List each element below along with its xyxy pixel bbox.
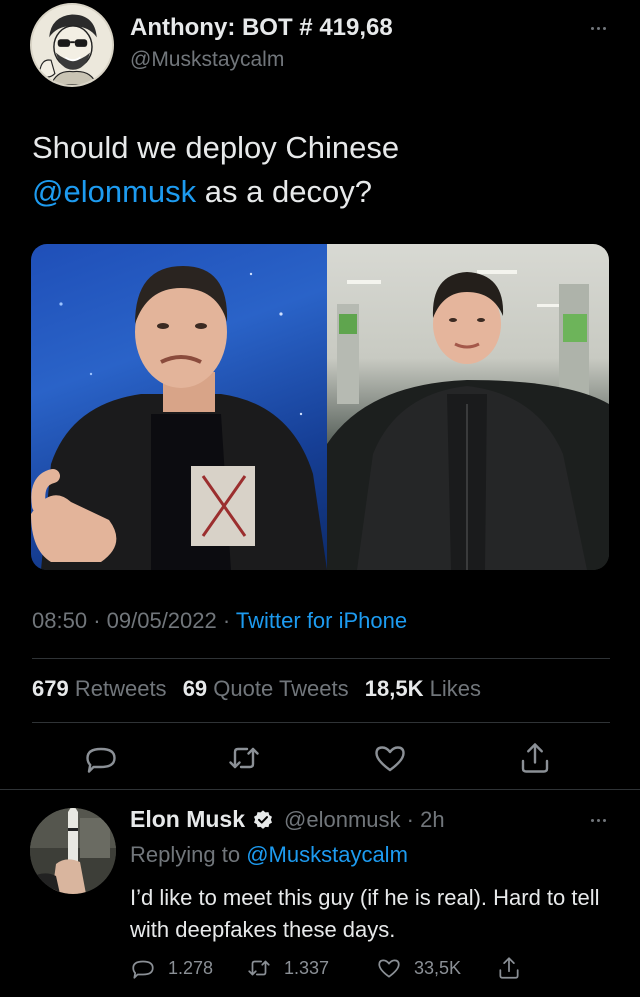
tweet-text-part: as a decoy? (196, 174, 372, 209)
reply-like-button[interactable]: 33,5K (376, 955, 461, 981)
tweet-actions (0, 740, 640, 780)
heart-icon (375, 746, 405, 772)
likes-count: 18,5K (364, 676, 424, 701)
tweet-text-part: Should we deploy Chinese (32, 130, 400, 165)
retweet-button[interactable] (226, 740, 262, 776)
verified-badge-icon (252, 809, 274, 831)
reply-actions: 1.278 1.337 33,5K (130, 955, 610, 985)
reply-author-handle[interactable]: @elonmusk (284, 807, 401, 833)
heart-icon (378, 959, 400, 978)
tweet-photo-left[interactable] (31, 244, 327, 570)
replying-to: Replying to @Muskstaycalm (130, 842, 408, 868)
retweet-icon (229, 747, 259, 769)
reply-retweet-button[interactable]: 1.337 (246, 955, 329, 981)
share-button[interactable] (517, 740, 553, 776)
share-icon (521, 743, 549, 773)
main-tweet: Anthony: BOT # 419,68 @Muskstaycalm Shou… (0, 0, 640, 790)
tweet-timestamp: 08:50 · 09/05/2022 · Twitter for iPhone (32, 608, 407, 634)
tweet-media (31, 244, 609, 570)
divider (32, 658, 610, 659)
replying-to-mention[interactable]: @Muskstaycalm (246, 842, 408, 867)
more-icon (590, 818, 594, 822)
retweet-icon (248, 960, 270, 976)
reply-time[interactable]: 2h (420, 807, 444, 833)
reply-icon (132, 960, 154, 979)
meta-separator: · (93, 608, 107, 633)
author-avatar[interactable] (30, 3, 114, 87)
reply-text: I’d like to meet this guy (if he is real… (130, 885, 600, 942)
tweet-source-link[interactable]: Twitter for iPhone (236, 608, 407, 633)
quotes-label: Quote Tweets (213, 676, 349, 701)
likes-stat[interactable]: 18,5K Likes (365, 676, 481, 701)
reply-author: Elon Musk @elonmusk · 2h (130, 806, 445, 833)
share-icon (499, 957, 519, 979)
like-button[interactable] (372, 740, 408, 776)
tweet-time[interactable]: 08:50 (32, 608, 87, 633)
more-icon (590, 26, 594, 30)
retweets-stat[interactable]: 679 Retweets (32, 676, 167, 701)
reply-icon (86, 747, 116, 773)
author-handle[interactable]: @Muskstaycalm (130, 48, 284, 72)
retweets-count: 679 (32, 676, 69, 701)
retweet-count: 1.337 (284, 957, 330, 978)
mention-link[interactable]: @elonmusk (32, 174, 196, 209)
likes-label: Likes (429, 676, 481, 701)
reply-author-name[interactable]: Elon Musk (130, 806, 245, 833)
divider (32, 722, 610, 723)
tweet-text: Should we deploy Chinese @elonmusk as a … (32, 126, 592, 214)
tweet-stats: 679 Retweets 69 Quote Tweets 18,5K Likes (32, 676, 491, 702)
tweet-date[interactable]: 09/05/2022 (107, 608, 217, 633)
reply-author-avatar[interactable] (30, 808, 116, 894)
quote-tweets-stat[interactable]: 69 Quote Tweets (183, 676, 349, 701)
more-options-button[interactable] (584, 18, 612, 38)
like-count: 33,5K (414, 957, 462, 978)
reply-share-button[interactable] (496, 955, 534, 981)
meta-separator: · (222, 608, 236, 633)
quotes-count: 69 (182, 676, 208, 701)
tweet-photo-right[interactable] (327, 244, 609, 570)
reply-reply-button[interactable]: 1.278 (130, 955, 213, 981)
author-name[interactable]: Anthony: BOT # 419,68 (130, 14, 393, 42)
reply-more-options-button[interactable] (584, 810, 612, 830)
reply-count: 1.278 (168, 957, 214, 978)
meta-separator: · (400, 806, 421, 832)
replying-label: Replying to (130, 842, 241, 867)
reply-button[interactable] (83, 740, 119, 776)
retweets-label: Retweets (74, 676, 167, 701)
divider (0, 789, 640, 790)
